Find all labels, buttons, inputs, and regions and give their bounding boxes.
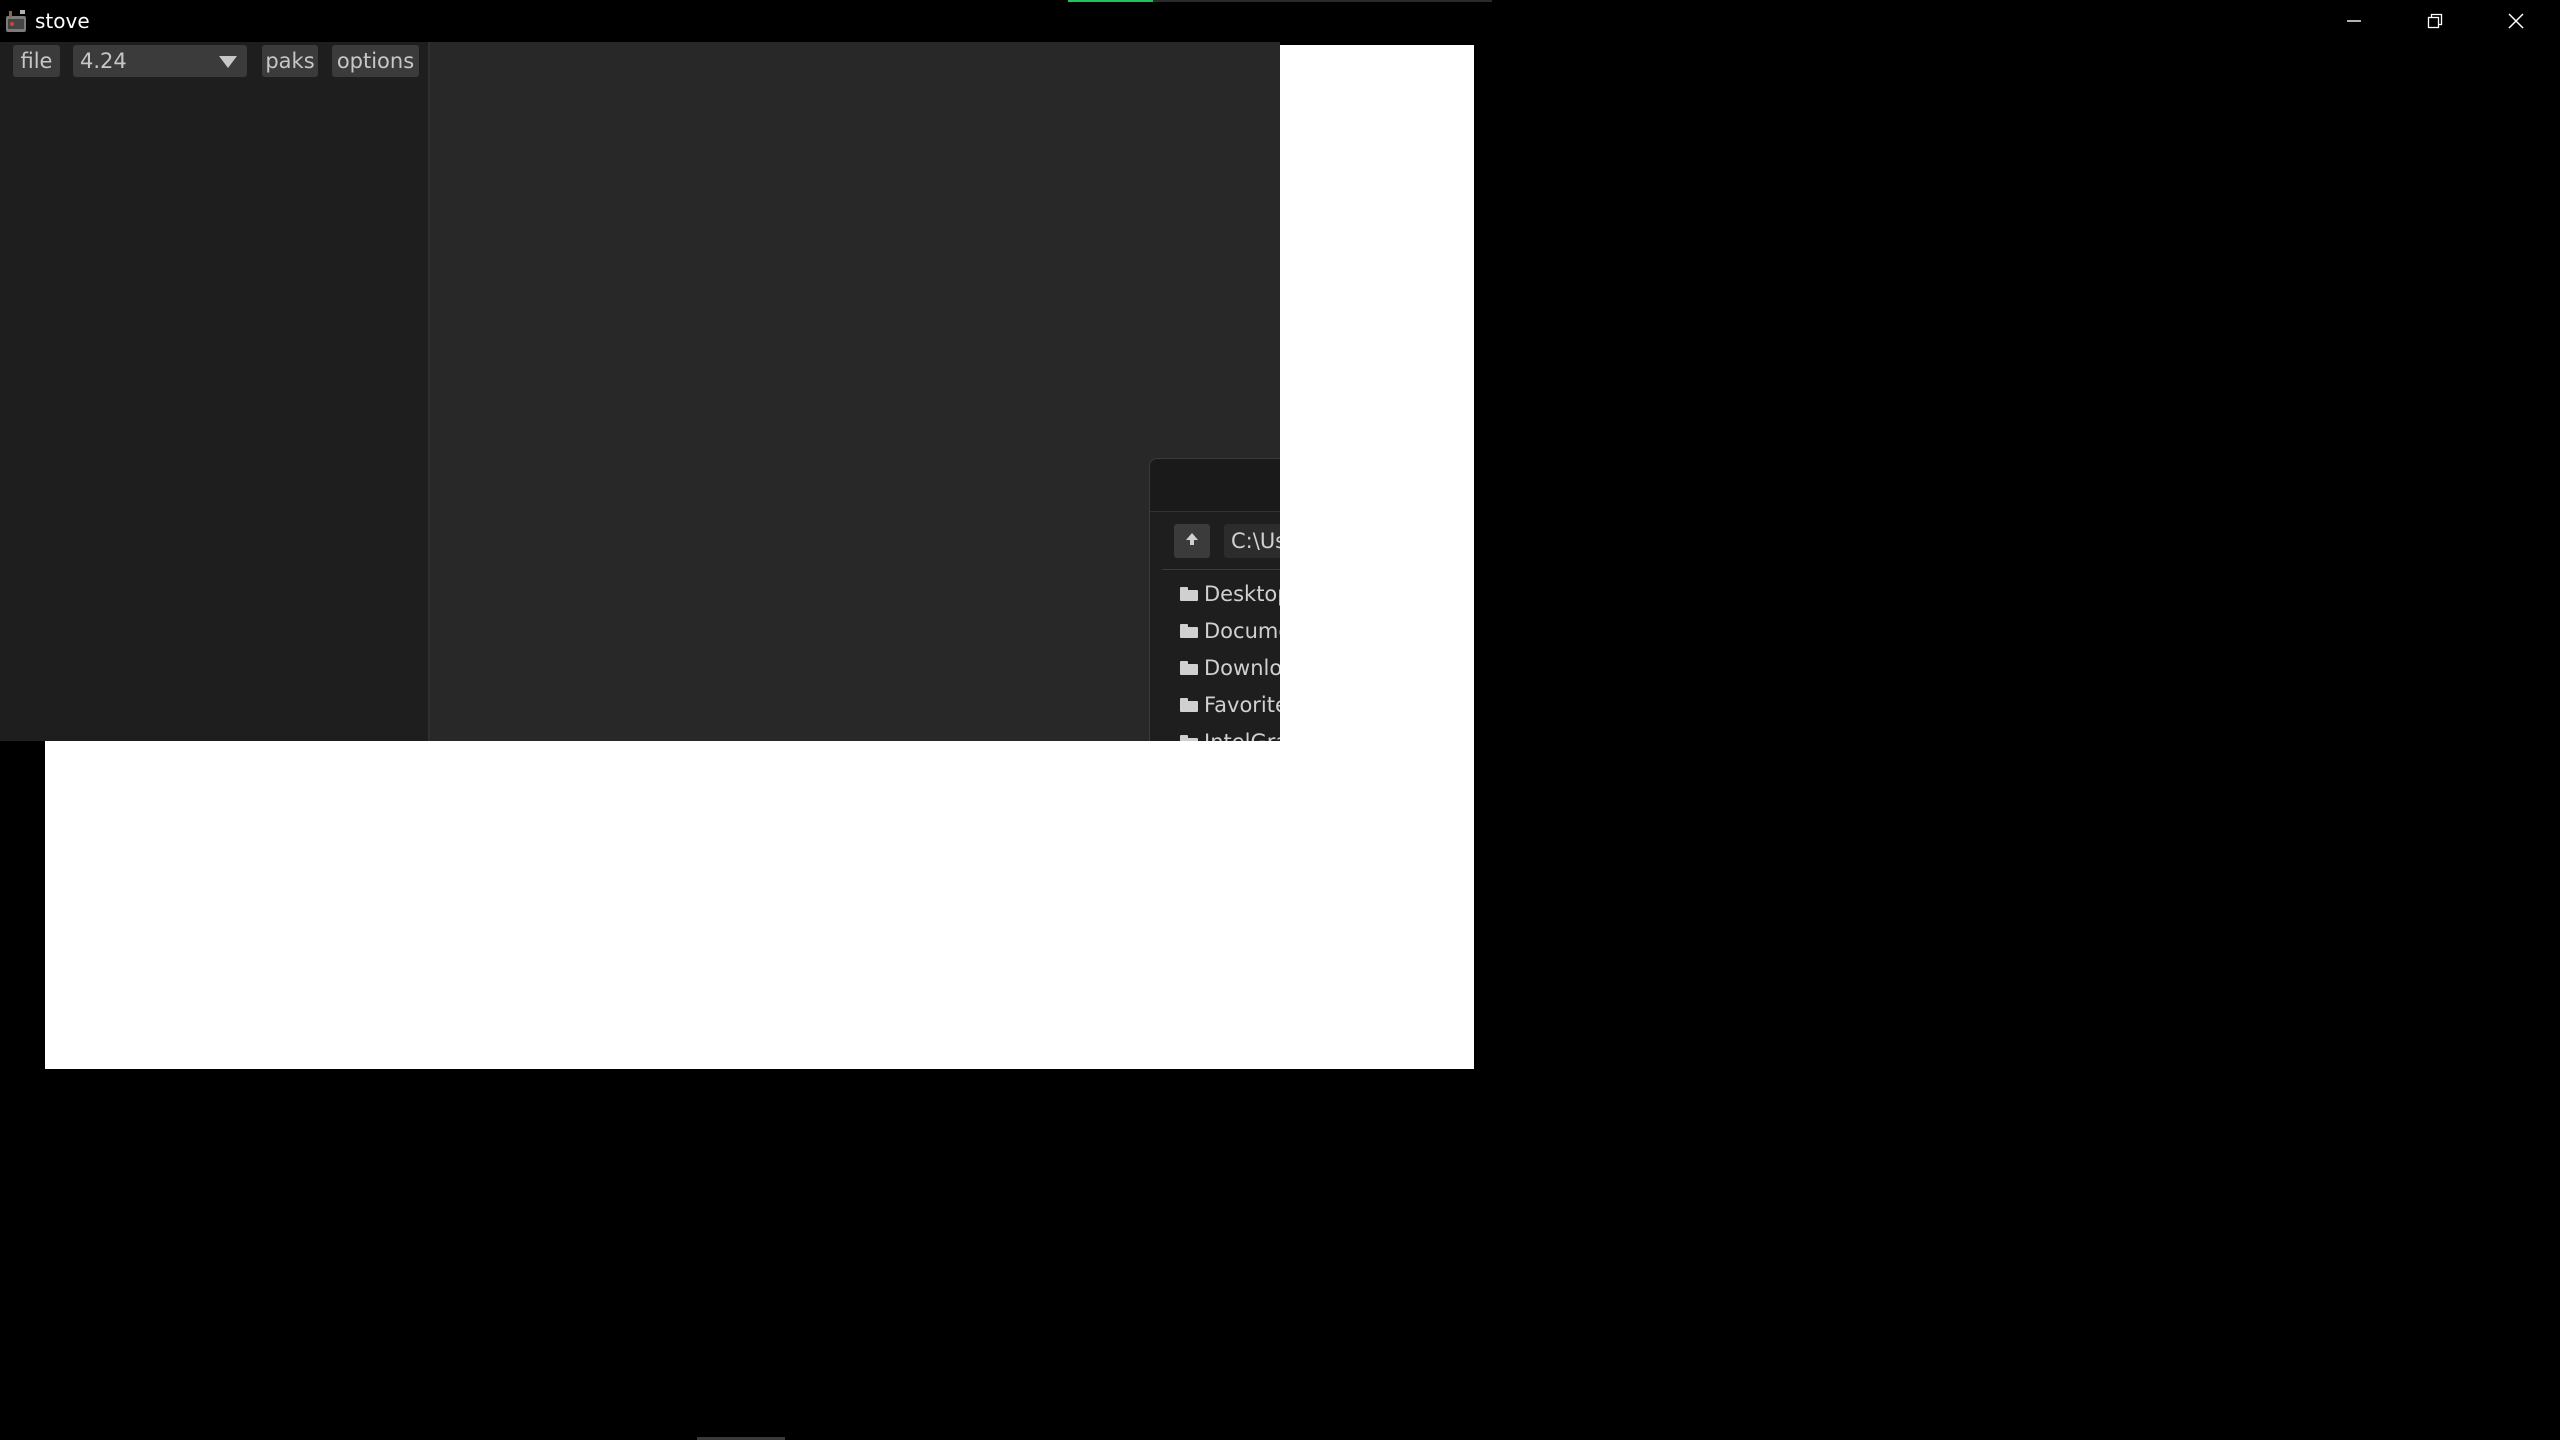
title-bar[interactable]: stove xyxy=(0,0,2560,42)
list-item[interactable]: Favorite xyxy=(1180,686,1280,723)
close-button[interactable] xyxy=(2476,0,2556,42)
loading-progress-bar xyxy=(1068,0,1492,2)
folder-label: Desktop xyxy=(1204,581,1280,606)
app-viewport: file 4.24 paks options C:\Us xyxy=(0,42,1280,741)
minimize-button[interactable] xyxy=(2314,0,2394,42)
file-dialog[interactable]: C:\Us Desktop Docume Downlo Favorite xyxy=(1149,458,1280,741)
list-item[interactable]: IntelGra xyxy=(1180,723,1280,741)
file-menu-button[interactable]: file xyxy=(13,45,60,77)
loading-progress-fill xyxy=(1068,0,1153,2)
version-dropdown-value: 4.24 xyxy=(80,49,127,73)
folder-label: Favorite xyxy=(1204,692,1280,717)
desktop-screen: stove file 4.24 paks options C:\U Deskto… xyxy=(0,0,2560,1440)
folder-list: Desktop Docume Downlo Favorite IntelGra xyxy=(1180,575,1280,741)
paks-menu-button[interactable]: paks xyxy=(262,45,318,77)
left-panel: file 4.24 paks options xyxy=(0,42,430,741)
list-item[interactable]: Desktop xyxy=(1180,575,1280,612)
folder-label: IntelGra xyxy=(1204,730,1280,742)
folder-icon xyxy=(1180,660,1198,675)
folder-label: Docume xyxy=(1204,618,1280,643)
version-dropdown[interactable]: 4.24 xyxy=(73,45,247,77)
folder-icon xyxy=(1180,623,1198,638)
parent-directory-button[interactable] xyxy=(1174,524,1210,558)
minimize-icon xyxy=(2345,12,2363,30)
close-icon xyxy=(2506,11,2526,31)
path-input[interactable]: C:\Us xyxy=(1224,524,1280,558)
chevron-down-icon xyxy=(219,56,237,68)
window-title: stove xyxy=(35,9,90,33)
list-item[interactable]: Docume xyxy=(1180,612,1280,649)
stove-app-icon xyxy=(4,8,30,34)
restore-icon xyxy=(2426,12,2444,30)
restore-button[interactable] xyxy=(2395,0,2475,42)
folder-icon xyxy=(1180,697,1198,712)
folder-label: Downlo xyxy=(1204,655,1280,680)
arrow-up-icon xyxy=(1184,531,1200,551)
list-item[interactable]: Downlo xyxy=(1180,649,1280,686)
menu-bar: file 4.24 paks options xyxy=(0,42,430,78)
dialog-title-bar[interactable] xyxy=(1150,459,1280,512)
options-menu-button[interactable]: options xyxy=(332,45,419,77)
folder-icon xyxy=(1180,586,1198,601)
dialog-divider xyxy=(1162,569,1280,570)
folder-icon xyxy=(1180,734,1198,741)
